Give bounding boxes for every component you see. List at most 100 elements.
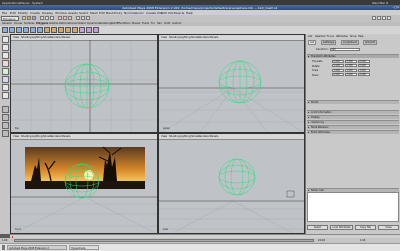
last-tool-icon[interactable]: [1, 92, 9, 99]
viewport-side[interactable]: View Shading Lighting Show Renderer Pane…: [158, 133, 305, 234]
ae-scale-z[interactable]: 1.000: [358, 68, 370, 72]
shelf-tab[interactable]: General: [2, 22, 11, 25]
bridge-icon[interactable]: [72, 27, 78, 33]
shelf-tab[interactable]: Surfaces: [24, 22, 34, 25]
ae-section-display[interactable]: Display: [307, 115, 399, 119]
new-scene-icon[interactable]: [22, 16, 26, 20]
range-bar[interactable]: [14, 239, 314, 242]
two-pane-layout-icon[interactable]: [1, 122, 9, 129]
ae-translate-z[interactable]: 0.000: [358, 59, 370, 63]
mode-dropdown[interactable]: Polygons: [1, 16, 19, 21]
manipulator-tool-icon[interactable]: [1, 84, 9, 91]
viewport-menu-panels[interactable]: Panels: [62, 135, 70, 138]
shelf-tab[interactable]: Fur: [151, 22, 155, 25]
viewport-menu-view[interactable]: View: [161, 36, 167, 39]
poly-plane-icon[interactable]: [30, 27, 36, 33]
viewport-persp[interactable]: View Shading Lighting Show Renderer Pane…: [158, 34, 305, 133]
poly-torus-icon[interactable]: [37, 27, 43, 33]
channel-box-icon[interactable]: [372, 16, 376, 20]
viewport-menu-shading[interactable]: Shading: [21, 135, 32, 138]
save-scene-icon[interactable]: [32, 16, 36, 20]
viewport-menu-shading[interactable]: Shading: [169, 135, 180, 138]
close-icon[interactable]: ×: [397, 5, 400, 9]
shelf-tab[interactable]: Muscle: [132, 22, 140, 25]
shelf-tab[interactable]: Custom: [172, 22, 181, 25]
render-icon[interactable]: [76, 16, 80, 20]
rotate-tool-icon[interactable]: [1, 68, 9, 75]
taskbar-item-maya[interactable]: Autodesk Maya 2008 Extension 2: [7, 245, 67, 250]
os-applications-menu[interactable]: Applications: [2, 1, 20, 5]
shelf-tab[interactable]: Dynamics: [87, 22, 99, 25]
sphere-wireframe[interactable]: [218, 158, 256, 195]
ae-section-extra-attributes[interactable]: Extra Attributes: [307, 130, 399, 134]
shelf-tab[interactable]: Subdivs: [49, 22, 58, 25]
four-pane-layout-icon[interactable]: [1, 114, 9, 121]
snap-grid-icon[interactable]: [58, 16, 62, 20]
viewport-menu-renderer[interactable]: Renderer: [50, 135, 62, 138]
ae-notes-field[interactable]: [307, 192, 399, 222]
move-tool-icon[interactable]: [1, 60, 9, 67]
poly-sphere-icon[interactable]: [2, 27, 8, 33]
ae-menu-help[interactable]: Help: [358, 35, 363, 38]
layer-editor-icon[interactable]: [387, 16, 391, 20]
viewport-top[interactable]: View Shading Lighting Show Renderer Pane…: [10, 34, 158, 133]
show-desktop-icon[interactable]: [2, 245, 5, 250]
viewport-menu-shading[interactable]: Shading: [21, 36, 32, 39]
viewport-menu-lighting[interactable]: Lighting: [180, 135, 190, 138]
ae-node-name-field[interactable]: ball: [330, 47, 360, 51]
shelf-tab[interactable]: PaintEffects: [111, 22, 125, 25]
shelf-tab[interactable]: Polygons: [36, 22, 48, 25]
shelf-tab[interactable]: Rendering: [99, 22, 111, 25]
viewport-menu-view[interactable]: View: [13, 135, 19, 138]
scale-tool-icon[interactable]: [1, 76, 9, 83]
os-places-menu[interactable]: Places: [20, 1, 30, 5]
ae-shear-y[interactable]: 0.000: [345, 73, 357, 77]
separate-icon[interactable]: [51, 27, 57, 33]
paint-select-tool-icon[interactable]: [1, 52, 9, 59]
lasso-tool-icon[interactable]: [1, 44, 9, 51]
viewport-menu-view[interactable]: View: [161, 135, 167, 138]
ae-section-mental-ray[interactable]: mental ray: [307, 120, 399, 124]
viewport-front[interactable]: View Shading Lighting Show Renderer Pane…: [10, 133, 158, 234]
viewport-menu-renderer[interactable]: Renderer: [50, 36, 62, 39]
snap-point-icon[interactable]: [68, 16, 72, 20]
ae-rotate-z[interactable]: 0.000: [358, 64, 370, 68]
ae-menu-selected[interactable]: Selected: [315, 35, 325, 38]
shelf-tab[interactable]: Cloth: [164, 22, 170, 25]
shelf-tab[interactable]: Curves: [14, 22, 22, 25]
extrude-icon[interactable]: [65, 27, 71, 33]
viewport-menu-renderer[interactable]: Renderer: [198, 36, 210, 39]
select-hierarchy-icon[interactable]: [40, 16, 44, 20]
combine-icon[interactable]: [44, 27, 50, 33]
ae-node-tab[interactable]: ball: [308, 40, 317, 45]
viewport-menu-view[interactable]: View: [13, 36, 19, 39]
snap-curve-icon[interactable]: [63, 16, 67, 20]
ae-rotate-y[interactable]: 0.000: [345, 64, 357, 68]
viewport-menu-lighting[interactable]: Lighting: [32, 36, 42, 39]
range-end[interactable]: 24.00: [318, 239, 325, 242]
os-system-menu[interactable]: System: [32, 1, 43, 5]
ae-select-button[interactable]: Select: [307, 225, 328, 230]
ae-close-button[interactable]: Close: [378, 225, 399, 230]
viewport-menu-panels[interactable]: Panels: [210, 135, 218, 138]
viewport-menu-renderer[interactable]: Renderer: [198, 135, 210, 138]
split-polygon-icon[interactable]: [86, 27, 92, 33]
poly-cube-icon[interactable]: [9, 27, 15, 33]
shelf-tab[interactable]: Toon: [125, 22, 131, 25]
outliner-layout-icon[interactable]: [1, 130, 9, 137]
viewport-menu-show[interactable]: Show: [191, 135, 198, 138]
viewport-menu-lighting[interactable]: Lighting: [32, 135, 42, 138]
select-tool-icon[interactable]: [1, 36, 9, 43]
ae-menu-focus[interactable]: Focus: [327, 35, 334, 38]
ae-menu-attributes[interactable]: Attributes: [336, 35, 348, 38]
ae-section-limit-information[interactable]: Limit Information: [307, 110, 399, 114]
open-scene-icon[interactable]: [27, 16, 31, 20]
viewport-menu-panels[interactable]: Panels: [62, 36, 70, 39]
shelf-tab[interactable]: Deformation: [59, 22, 74, 25]
tool-settings-icon[interactable]: [382, 16, 386, 20]
viewport-menu-show[interactable]: Show: [43, 36, 50, 39]
view-cube-icon[interactable]: [286, 190, 295, 197]
ae-shear-z[interactable]: 0.000: [358, 73, 370, 77]
ae-copy-tab-button[interactable]: Copy Tab: [355, 225, 376, 230]
ae-node-tab[interactable]: polySphere1: [341, 40, 360, 45]
